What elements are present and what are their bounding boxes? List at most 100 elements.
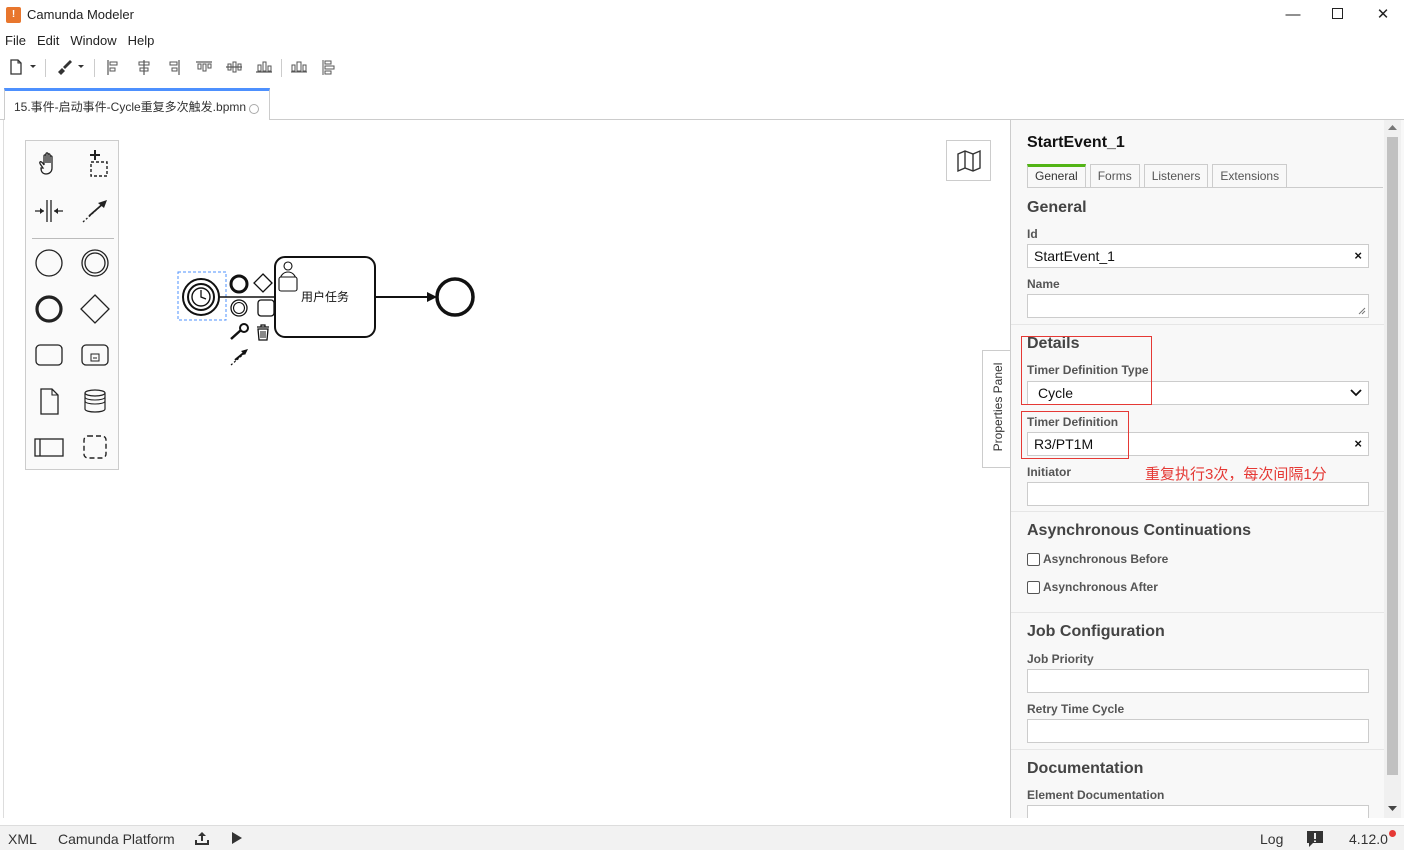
align-center-icon[interactable]: [136, 56, 152, 78]
id-label: Id: [1027, 227, 1038, 241]
dropdown-icon[interactable]: [77, 56, 85, 78]
tab-bar: 15.事件-启动事件-Cycle重复多次触发.bpmn: [0, 86, 1404, 121]
element-documentation-label: Element Documentation: [1027, 788, 1165, 802]
log-button[interactable]: Log: [1260, 831, 1283, 847]
align-middle-icon[interactable]: [225, 56, 243, 78]
general-group: General Id StartEvent_1 × Name: [1011, 190, 1385, 325]
change-type-wrench-icon[interactable]: [230, 323, 249, 340]
dropdown-icon[interactable]: [29, 56, 37, 78]
update-badge: [1389, 830, 1396, 837]
maximize-button[interactable]: [1314, 0, 1360, 30]
delete-trash-icon[interactable]: [257, 324, 269, 341]
title-bar: ! Camunda Modeler — ✕: [0, 0, 1404, 30]
retry-time-cycle-input[interactable]: [1027, 719, 1369, 743]
xml-button[interactable]: XML: [8, 831, 37, 847]
general-heading: General: [1027, 199, 1087, 216]
element-title: StartEvent_1: [1027, 134, 1125, 151]
file-tab-label: 15.事件-启动事件-Cycle重复多次触发.bpmn: [14, 100, 247, 114]
new-file-icon[interactable]: [8, 56, 24, 78]
connect-arrow-icon[interactable]: [230, 349, 248, 366]
append-gateway-icon[interactable]: [253, 273, 273, 293]
documentation-group: Documentation Element Documentation: [1011, 750, 1385, 818]
toolbar-divider: [94, 59, 95, 77]
version-label: 4.12.0: [1349, 831, 1388, 847]
tabs-divider: [1027, 187, 1383, 188]
properties-scrollbar[interactable]: [1384, 120, 1401, 818]
checkbox-icon: [1027, 581, 1040, 594]
context-pad: [229, 273, 275, 366]
tab-extensions[interactable]: Extensions: [1212, 164, 1288, 188]
status-bar: XML Camunda Platform Log 4.12.0: [0, 825, 1404, 850]
deploy-icon[interactable]: [195, 830, 209, 849]
async-after-label: Asynchronous After: [1043, 580, 1158, 594]
run-play-icon[interactable]: [231, 831, 243, 848]
retry-time-cycle-label: Retry Time Cycle: [1027, 702, 1125, 716]
job-config-group: Job Configuration Job Priority Retry Tim…: [1011, 613, 1385, 750]
id-input[interactable]: StartEvent_1 ×: [1027, 244, 1369, 268]
camunda-logo-icon: !: [6, 7, 21, 23]
minimize-button[interactable]: —: [1270, 0, 1316, 30]
tab-listeners[interactable]: Listeners: [1143, 164, 1209, 188]
end-event[interactable]: [435, 277, 475, 317]
tab-general[interactable]: General: [1027, 164, 1086, 188]
resize-handle-icon[interactable]: [1358, 307, 1366, 315]
menu-help[interactable]: Help: [123, 31, 161, 51]
async-group: Asynchronous Continuations Asynchronous …: [1011, 512, 1385, 613]
job-priority-label: Job Priority: [1027, 652, 1094, 666]
initiator-input[interactable]: [1027, 482, 1369, 506]
scroll-down-icon[interactable]: [1388, 806, 1397, 812]
highlight-box-timer-type: [1021, 336, 1152, 405]
align-right-icon[interactable]: [166, 56, 182, 78]
diagram-canvas[interactable]: 用户任务: [3, 120, 1011, 818]
async-heading: Asynchronous Continuations: [1027, 522, 1251, 539]
menu-edit[interactable]: Edit: [32, 31, 65, 51]
append-end-event-icon[interactable]: [229, 274, 249, 294]
distribute-vertical-icon[interactable]: [320, 56, 336, 78]
user-task[interactable]: 用户任务: [274, 256, 376, 338]
initiator-label: Initiator: [1027, 465, 1071, 479]
align-left-icon[interactable]: [105, 56, 121, 78]
name-textarea[interactable]: [1027, 294, 1369, 318]
feedback-icon[interactable]: [1306, 830, 1324, 851]
timer-start-event[interactable]: [177, 271, 227, 321]
properties-panel-label: Properties Panel: [991, 362, 1005, 452]
properties-panel-toggle[interactable]: Properties Panel: [982, 350, 1012, 468]
async-before-label: Asynchronous Before: [1043, 552, 1169, 566]
menu-bar: File Edit Window Help: [0, 31, 160, 51]
paintbrush-icon[interactable]: [55, 56, 73, 78]
menu-window[interactable]: Window: [65, 31, 122, 51]
window-title: Camunda Modeler: [27, 7, 134, 22]
menu-file[interactable]: File: [0, 31, 32, 51]
id-value: StartEvent_1: [1034, 248, 1115, 264]
tab-forms[interactable]: Forms: [1089, 164, 1140, 188]
checkbox-icon: [1027, 553, 1040, 566]
unsaved-indicator-icon[interactable]: [249, 104, 259, 114]
task-label: 用户任务: [301, 289, 349, 304]
align-top-icon[interactable]: [195, 56, 213, 78]
async-before-checkbox[interactable]: Asynchronous Before: [1027, 552, 1168, 566]
distribute-horizontal-icon[interactable]: [290, 56, 308, 78]
toolbar-divider: [45, 59, 46, 77]
scroll-up-icon[interactable]: [1388, 124, 1397, 130]
async-after-checkbox[interactable]: Asynchronous After: [1027, 580, 1158, 594]
chevron-down-icon: [1350, 389, 1362, 397]
toolbar-divider: [281, 59, 282, 77]
maximize-icon: [1331, 8, 1343, 20]
bpmn-diagram: 用户任务: [177, 256, 475, 366]
properties-panel: StartEvent_1 General Forms Listeners Ext…: [1010, 120, 1404, 818]
clear-timer-definition-icon[interactable]: ×: [1354, 436, 1362, 451]
platform-selector[interactable]: Camunda Platform: [58, 831, 175, 847]
annotation-text: 重复执行3次，每次间隔1分: [1145, 466, 1327, 483]
append-task-icon[interactable]: [257, 299, 275, 317]
properties-tabs: General Forms Listeners Extensions: [1027, 164, 1291, 188]
element-documentation-textarea[interactable]: [1027, 805, 1369, 818]
align-bottom-icon[interactable]: [255, 56, 273, 78]
documentation-heading: Documentation: [1027, 760, 1144, 777]
job-priority-input[interactable]: [1027, 669, 1369, 693]
job-config-heading: Job Configuration: [1027, 623, 1165, 640]
file-tab[interactable]: 15.事件-启动事件-Cycle重复多次触发.bpmn: [4, 88, 270, 121]
scroll-thumb[interactable]: [1387, 137, 1398, 775]
close-button[interactable]: ✕: [1360, 0, 1404, 30]
name-label: Name: [1027, 277, 1060, 291]
clear-id-icon[interactable]: ×: [1354, 248, 1362, 263]
